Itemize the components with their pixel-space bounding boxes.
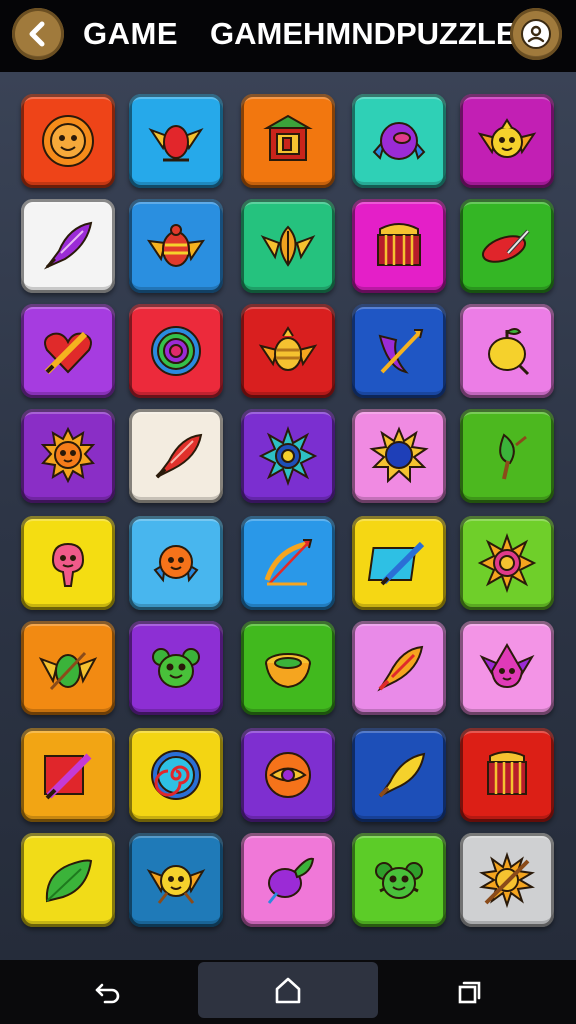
game-tile[interactable] <box>129 516 223 610</box>
heart-quill-icon <box>44 331 92 375</box>
game-tile[interactable] <box>241 516 335 610</box>
yellow-feather-icon <box>378 752 426 798</box>
blue-spiral-icon <box>151 750 201 800</box>
game-tile[interactable] <box>241 409 335 503</box>
game-tile[interactable] <box>129 621 223 715</box>
sun-face-icon <box>42 115 94 167</box>
nav-home-button[interactable] <box>268 970 308 1010</box>
winged-leaf-icon <box>260 225 316 267</box>
game-tile[interactable] <box>352 304 446 398</box>
game-tile[interactable] <box>352 409 446 503</box>
red-feather-icon <box>155 433 203 479</box>
game-tile[interactable] <box>21 409 115 503</box>
red-drum-icon <box>487 751 527 795</box>
treasure-drum-icon <box>377 223 421 266</box>
lion-sun-icon <box>40 426 96 484</box>
lemon-fruit-icon <box>488 328 530 376</box>
green-winged-gem-icon <box>38 651 98 691</box>
game-tile[interactable] <box>241 199 335 293</box>
blue-sun-icon <box>369 426 429 484</box>
golden-bowl-icon <box>265 653 311 689</box>
purple-feather-icon <box>43 221 93 270</box>
game-tile[interactable] <box>460 621 554 715</box>
blue-quill-icon <box>367 541 425 586</box>
pink-blob-icon <box>51 542 85 587</box>
game-tile[interactable] <box>460 728 554 822</box>
golden-beetle-icon <box>258 326 318 371</box>
orange-feather-icon <box>377 645 424 692</box>
home-icon <box>275 977 301 1004</box>
game-tile[interactable] <box>460 409 554 503</box>
orange-eye-icon <box>265 752 311 798</box>
game-tile[interactable] <box>460 199 554 293</box>
game-tile[interactable] <box>460 516 554 610</box>
green-monster-icon <box>152 648 200 688</box>
purple-bow-icon <box>378 329 424 374</box>
spiral-target-icon <box>151 326 201 376</box>
orange-face-icon <box>153 545 199 583</box>
profile-icon <box>521 19 551 49</box>
winged-beetle-icon <box>146 224 206 267</box>
profile-button[interactable] <box>510 8 562 60</box>
purple-plum-icon <box>267 857 315 904</box>
game-tile[interactable] <box>21 833 115 927</box>
red-pill-wand-icon <box>481 229 530 263</box>
game-tile[interactable] <box>129 409 223 503</box>
game-tile[interactable] <box>129 94 223 188</box>
game-tile[interactable] <box>129 728 223 822</box>
golden-bow-icon <box>264 539 313 586</box>
game-tile[interactable] <box>129 199 223 293</box>
game-tile[interactable] <box>352 516 446 610</box>
winged-gem-icon <box>148 125 204 162</box>
recents-icon <box>458 981 481 1004</box>
sun-star-icon <box>477 533 537 593</box>
game-tile[interactable] <box>21 621 115 715</box>
pink-creature-icon <box>479 642 535 689</box>
game-tile[interactable] <box>460 304 554 398</box>
yellow-winged-face-icon <box>146 865 206 904</box>
game-tile[interactable] <box>241 621 335 715</box>
nav-back-button[interactable] <box>88 972 128 1012</box>
game-tile[interactable] <box>129 304 223 398</box>
purple-eye-orb-icon <box>372 122 426 160</box>
game-tile[interactable] <box>460 94 554 188</box>
game-tile[interactable] <box>241 833 335 927</box>
golden-sun-wand-icon <box>479 851 535 909</box>
game-tile[interactable] <box>21 516 115 610</box>
green-face-icon <box>375 862 423 899</box>
game-tile[interactable] <box>352 94 446 188</box>
temple-shrine-icon <box>263 114 313 161</box>
game-tile[interactable] <box>352 833 446 927</box>
back-arrow-icon <box>95 983 120 1004</box>
nav-recents-button[interactable] <box>450 972 490 1012</box>
game-tile[interactable] <box>241 728 335 822</box>
game-tile[interactable] <box>241 304 335 398</box>
game-tile[interactable] <box>352 621 446 715</box>
back-chevron-icon <box>29 21 45 47</box>
green-leaf-wand-icon <box>499 433 527 480</box>
game-tile[interactable] <box>241 94 335 188</box>
game-tile[interactable] <box>352 728 446 822</box>
green-leaf-icon <box>45 859 93 903</box>
red-box-quill-icon <box>44 753 92 800</box>
game-tile[interactable] <box>460 833 554 927</box>
blue-star-icon <box>258 426 318 486</box>
game-tile[interactable] <box>21 94 115 188</box>
game-tile[interactable] <box>21 304 115 398</box>
back-button[interactable] <box>12 8 64 60</box>
game-tile[interactable] <box>21 199 115 293</box>
game-title-left: GAME <box>83 16 178 51</box>
game-tile[interactable] <box>352 199 446 293</box>
game-title-right: GAMEHMNDPUZZLE <box>210 16 517 51</box>
game-tile[interactable] <box>129 833 223 927</box>
game-tile[interactable] <box>21 728 115 822</box>
winged-face-icon <box>477 118 537 158</box>
